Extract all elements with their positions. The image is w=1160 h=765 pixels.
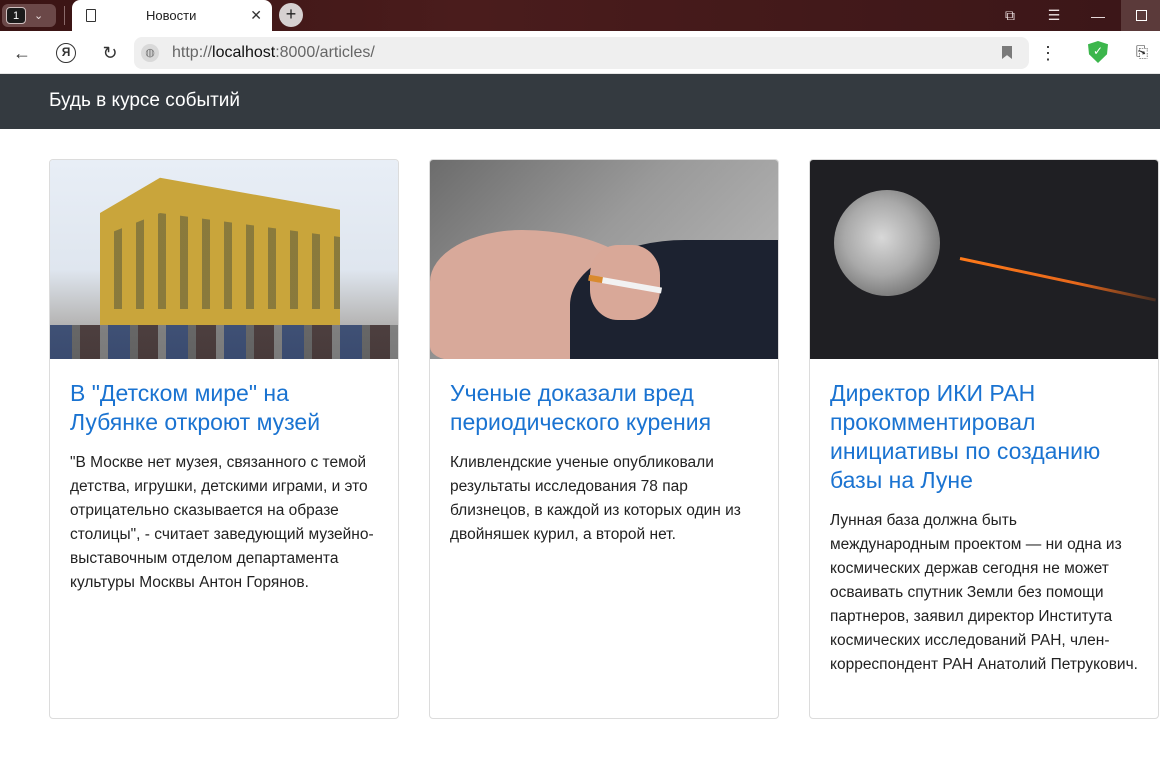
page-icon — [86, 9, 96, 22]
browser-tab-strip: 1 ⌄ Новости ✕ + ⧉ ☰ — — [0, 0, 1160, 31]
article-text: Кливлендские ученые опубликовали результ… — [450, 454, 741, 543]
new-tab-button[interactable]: + — [279, 3, 303, 27]
address-bar[interactable]: ◍ http://localhost:8000/articles/ — [134, 37, 1029, 69]
article-title[interactable]: Ученые доказали вред периодического куре… — [450, 379, 758, 437]
menu-icon[interactable]: ☰ — [1034, 0, 1074, 31]
more-options-icon[interactable]: ⋮ — [1036, 41, 1060, 65]
maximize-button[interactable] — [1121, 0, 1160, 31]
article-card: Директор ИКИ РАН прокомментировал инициа… — [809, 159, 1159, 719]
street-cars — [50, 325, 398, 359]
downloads-icon[interactable]: ⎘ — [1130, 41, 1154, 65]
bookmarks-panel-icon[interactable]: ⧉ — [990, 0, 1030, 31]
tab-counter-button[interactable]: 1 ⌄ — [2, 4, 56, 27]
article-text: Лунная база должна быть международным пр… — [830, 512, 1138, 673]
browser-tab[interactable]: Новости ✕ — [72, 0, 272, 31]
article-title[interactable]: Директор ИКИ РАН прокомментировал инициа… — [830, 379, 1138, 495]
close-icon[interactable]: ✕ — [250, 7, 262, 24]
article-text: "В Москве нет музея, связанного с темой … — [70, 454, 374, 591]
moon-shape — [834, 190, 940, 296]
bookmark-icon[interactable] — [1002, 46, 1012, 59]
yandex-logo-icon[interactable]: Я — [56, 43, 76, 63]
minimize-button[interactable]: — — [1078, 0, 1118, 31]
article-card: Ученые доказали вред периодического куре… — [429, 159, 779, 719]
tab-count: 1 — [6, 7, 26, 24]
site-info-icon[interactable]: ◍ — [141, 44, 159, 62]
reload-icon[interactable]: ↻ — [98, 41, 122, 65]
article-image[interactable] — [810, 160, 1158, 359]
url-text[interactable]: http://localhost:8000/articles/ — [172, 44, 375, 62]
chevron-down-icon: ⌄ — [34, 10, 44, 22]
rocket-trail-shape — [959, 257, 1156, 302]
article-image[interactable] — [430, 160, 778, 359]
tab-divider — [64, 6, 65, 25]
site-brand[interactable]: Будь в курсе событий — [49, 90, 240, 112]
tab-title: Новости — [146, 8, 197, 23]
browser-toolbar: ← Я ↻ ◍ http://localhost:8000/articles/ … — [0, 31, 1160, 74]
site-navbar: Будь в курсе событий — [0, 74, 1160, 129]
article-title[interactable]: В "Детском мире" на Лубянке откроют музе… — [70, 379, 378, 437]
article-image[interactable] — [50, 160, 398, 359]
article-card: В "Детском мире" на Лубянке откроют музе… — [49, 159, 399, 719]
back-arrow-icon[interactable]: ← — [10, 41, 34, 65]
